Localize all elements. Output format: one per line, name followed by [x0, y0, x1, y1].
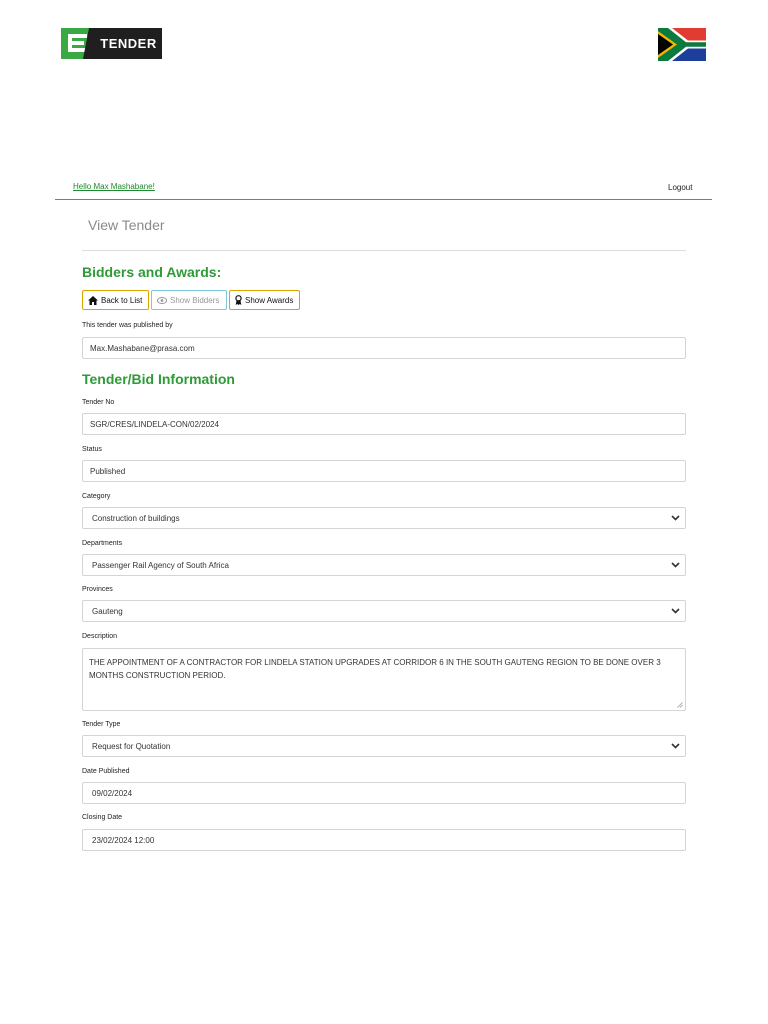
category-label: Category: [82, 493, 111, 500]
home-icon: [88, 295, 98, 305]
logo-e-mark: [61, 28, 95, 59]
tender-info-heading: Tender/Bid Information: [82, 371, 235, 387]
eye-icon: [157, 296, 167, 304]
etender-logo: TENDER: [61, 28, 162, 59]
bidders-awards-heading: Bidders and Awards:: [82, 264, 222, 280]
category-select[interactable]: Construction of buildings: [82, 507, 686, 529]
published-by-value: Max.Mashabane@prasa.com: [90, 343, 195, 353]
closing-date-field[interactable]: 23/02/2024 12:00: [82, 829, 686, 851]
date-published-label: Date Published: [82, 768, 130, 775]
provinces-select[interactable]: Gauteng: [82, 600, 686, 622]
logo-text: TENDER: [95, 28, 162, 59]
tender-no-label: Tender No: [82, 399, 115, 406]
action-button-row: Back to List Show Bidders Show Awards: [82, 290, 300, 310]
departments-label: Departments: [82, 540, 123, 547]
published-by-label: This tender was published by: [82, 322, 173, 329]
departments-value: Passenger Rail Agency of South Africa: [92, 560, 229, 570]
status-value: Published: [90, 466, 126, 476]
closing-date-label: Closing Date: [82, 814, 123, 821]
south-africa-flag-icon: [658, 28, 706, 61]
chevron-down-icon: [671, 608, 680, 614]
header-divider: [55, 199, 712, 200]
description-label: Description: [82, 633, 118, 640]
title-divider: [82, 250, 686, 251]
description-value: THE APPOINTMENT OF A CONTRACTOR FOR LIND…: [89, 658, 661, 680]
back-to-list-button[interactable]: Back to List: [82, 290, 149, 310]
show-bidders-label: Show Bidders: [170, 295, 220, 305]
chevron-down-icon: [671, 562, 680, 568]
back-to-list-label: Back to List: [101, 295, 143, 305]
chevron-down-icon: [671, 515, 680, 521]
user-greeting-link[interactable]: Hello Max Mashabane!: [73, 182, 155, 191]
provinces-value: Gauteng: [92, 606, 123, 616]
category-value: Construction of buildings: [92, 513, 180, 523]
provinces-label: Provinces: [82, 586, 113, 593]
published-by-field: Max.Mashabane@prasa.com: [82, 337, 686, 359]
status-label: Status: [82, 446, 102, 453]
description-textarea[interactable]: THE APPOINTMENT OF A CONTRACTOR FOR LIND…: [82, 648, 686, 711]
departments-select[interactable]: Passenger Rail Agency of South Africa: [82, 554, 686, 576]
page-title: View Tender: [88, 217, 165, 233]
tender-no-value: SGR/CRES/LINDELA-CON/02/2024: [90, 419, 219, 429]
resize-grip-icon[interactable]: [677, 702, 683, 708]
award-icon: [235, 295, 242, 305]
closing-date-value: 23/02/2024 12:00: [92, 835, 155, 845]
show-awards-label: Show Awards: [245, 295, 294, 305]
show-awards-button[interactable]: Show Awards: [229, 290, 300, 310]
tender-type-value: Request for Quotation: [92, 741, 171, 751]
show-bidders-button[interactable]: Show Bidders: [151, 290, 227, 310]
tender-type-select[interactable]: Request for Quotation: [82, 735, 686, 757]
date-published-field[interactable]: 09/02/2024: [82, 782, 686, 804]
logout-link[interactable]: Logout: [668, 183, 692, 192]
date-published-value: 09/02/2024: [92, 788, 133, 798]
tender-type-label: Tender Type: [82, 721, 121, 728]
chevron-down-icon: [671, 743, 680, 749]
status-field[interactable]: Published: [82, 460, 686, 482]
tender-no-field[interactable]: SGR/CRES/LINDELA-CON/02/2024: [82, 413, 686, 435]
